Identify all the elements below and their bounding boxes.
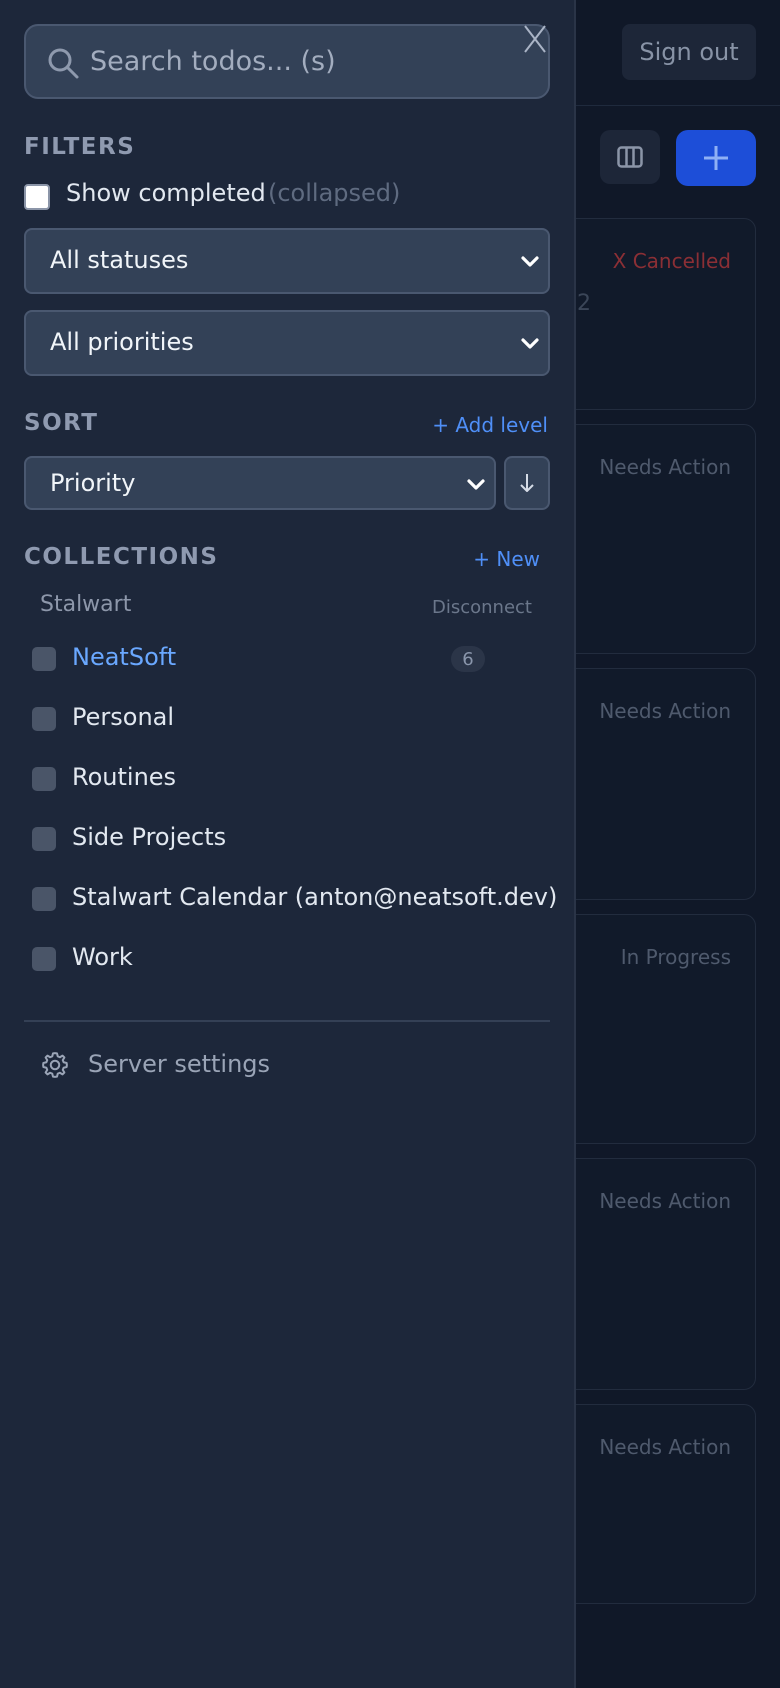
status-filter-value: All statuses (50, 246, 189, 274)
add-todo-button[interactable] (676, 130, 756, 186)
sign-out-button[interactable]: Sign out (622, 24, 756, 80)
collection-checkbox[interactable] (32, 767, 56, 791)
collection-item[interactable]: Routines (32, 757, 532, 801)
collection-label: Stalwart Calendar (anton@neatsoft.dev) (72, 883, 558, 911)
priority-filter-select[interactable]: All priorities (24, 310, 550, 376)
collections-heading: COLLECTIONS (24, 544, 219, 570)
show-completed-label[interactable]: Show completed (66, 179, 266, 207)
collection-item[interactable]: Stalwart Calendar (anton@neatsoft.dev) (32, 877, 557, 921)
collection-checkbox[interactable] (32, 827, 56, 851)
collection-item[interactable]: Personal (32, 697, 532, 741)
arrow-down-icon (520, 474, 534, 492)
divider (24, 1020, 550, 1022)
columns-icon (617, 146, 643, 168)
status-label: Needs Action (599, 1189, 731, 1213)
collection-label: Work (72, 943, 133, 971)
collection-checkbox[interactable] (32, 947, 56, 971)
chevron-down-icon (521, 256, 539, 267)
chevron-down-icon (467, 479, 485, 490)
status-label: Needs Action (599, 455, 731, 479)
disconnect-link[interactable]: Disconnect (432, 597, 532, 618)
status-label: Needs Action (599, 699, 731, 723)
server-settings-link[interactable]: Server settings (40, 1047, 340, 1083)
close-drawer-button[interactable] (520, 22, 550, 56)
collection-label: Personal (72, 703, 175, 731)
status-label: X Cancelled (612, 249, 731, 273)
sort-field-value: Priority (50, 469, 136, 497)
sort-direction-button[interactable] (504, 456, 550, 510)
priority-filter-value: All priorities (50, 328, 194, 356)
gear-icon (42, 1052, 68, 1078)
header-divider (576, 105, 780, 106)
add-sort-level-link[interactable]: + Add level (432, 413, 548, 437)
collection-count-badge: 6 (451, 646, 485, 672)
status-label: In Progress (620, 945, 731, 969)
account-name: Stalwart (40, 592, 132, 617)
search-icon (48, 48, 79, 79)
server-settings-label: Server settings (88, 1050, 271, 1078)
collection-item[interactable]: Work (32, 937, 532, 981)
status-label: Needs Action (599, 1435, 731, 1459)
chevron-down-icon (521, 338, 539, 349)
search-input[interactable] (90, 26, 510, 97)
plus-icon (704, 146, 728, 170)
collection-checkbox[interactable] (32, 887, 56, 911)
sidebar-drawer: FILTERS Show completed (collapsed) All s… (0, 0, 576, 1688)
collection-item[interactable]: NeatSoft 6 (32, 637, 532, 681)
new-collection-link[interactable]: + New (473, 547, 540, 571)
collection-checkbox[interactable] (32, 707, 56, 731)
collection-label: NeatSoft (72, 643, 177, 671)
sort-field-select[interactable]: Priority (24, 456, 496, 510)
card-text-fragment: 2 (577, 291, 591, 316)
columns-view-button[interactable] (600, 130, 660, 184)
collection-label: Side Projects (72, 823, 227, 851)
close-icon (524, 25, 546, 53)
collapsed-hint: (collapsed) (268, 179, 401, 207)
show-completed-checkbox[interactable] (24, 184, 50, 210)
status-filter-select[interactable]: All statuses (24, 228, 550, 294)
collection-label: Routines (72, 763, 177, 791)
filters-heading: FILTERS (24, 134, 136, 160)
collection-checkbox[interactable] (32, 647, 56, 671)
sort-heading: SORT (24, 410, 99, 436)
search-box[interactable] (24, 24, 550, 99)
collection-item[interactable]: Side Projects (32, 817, 532, 861)
